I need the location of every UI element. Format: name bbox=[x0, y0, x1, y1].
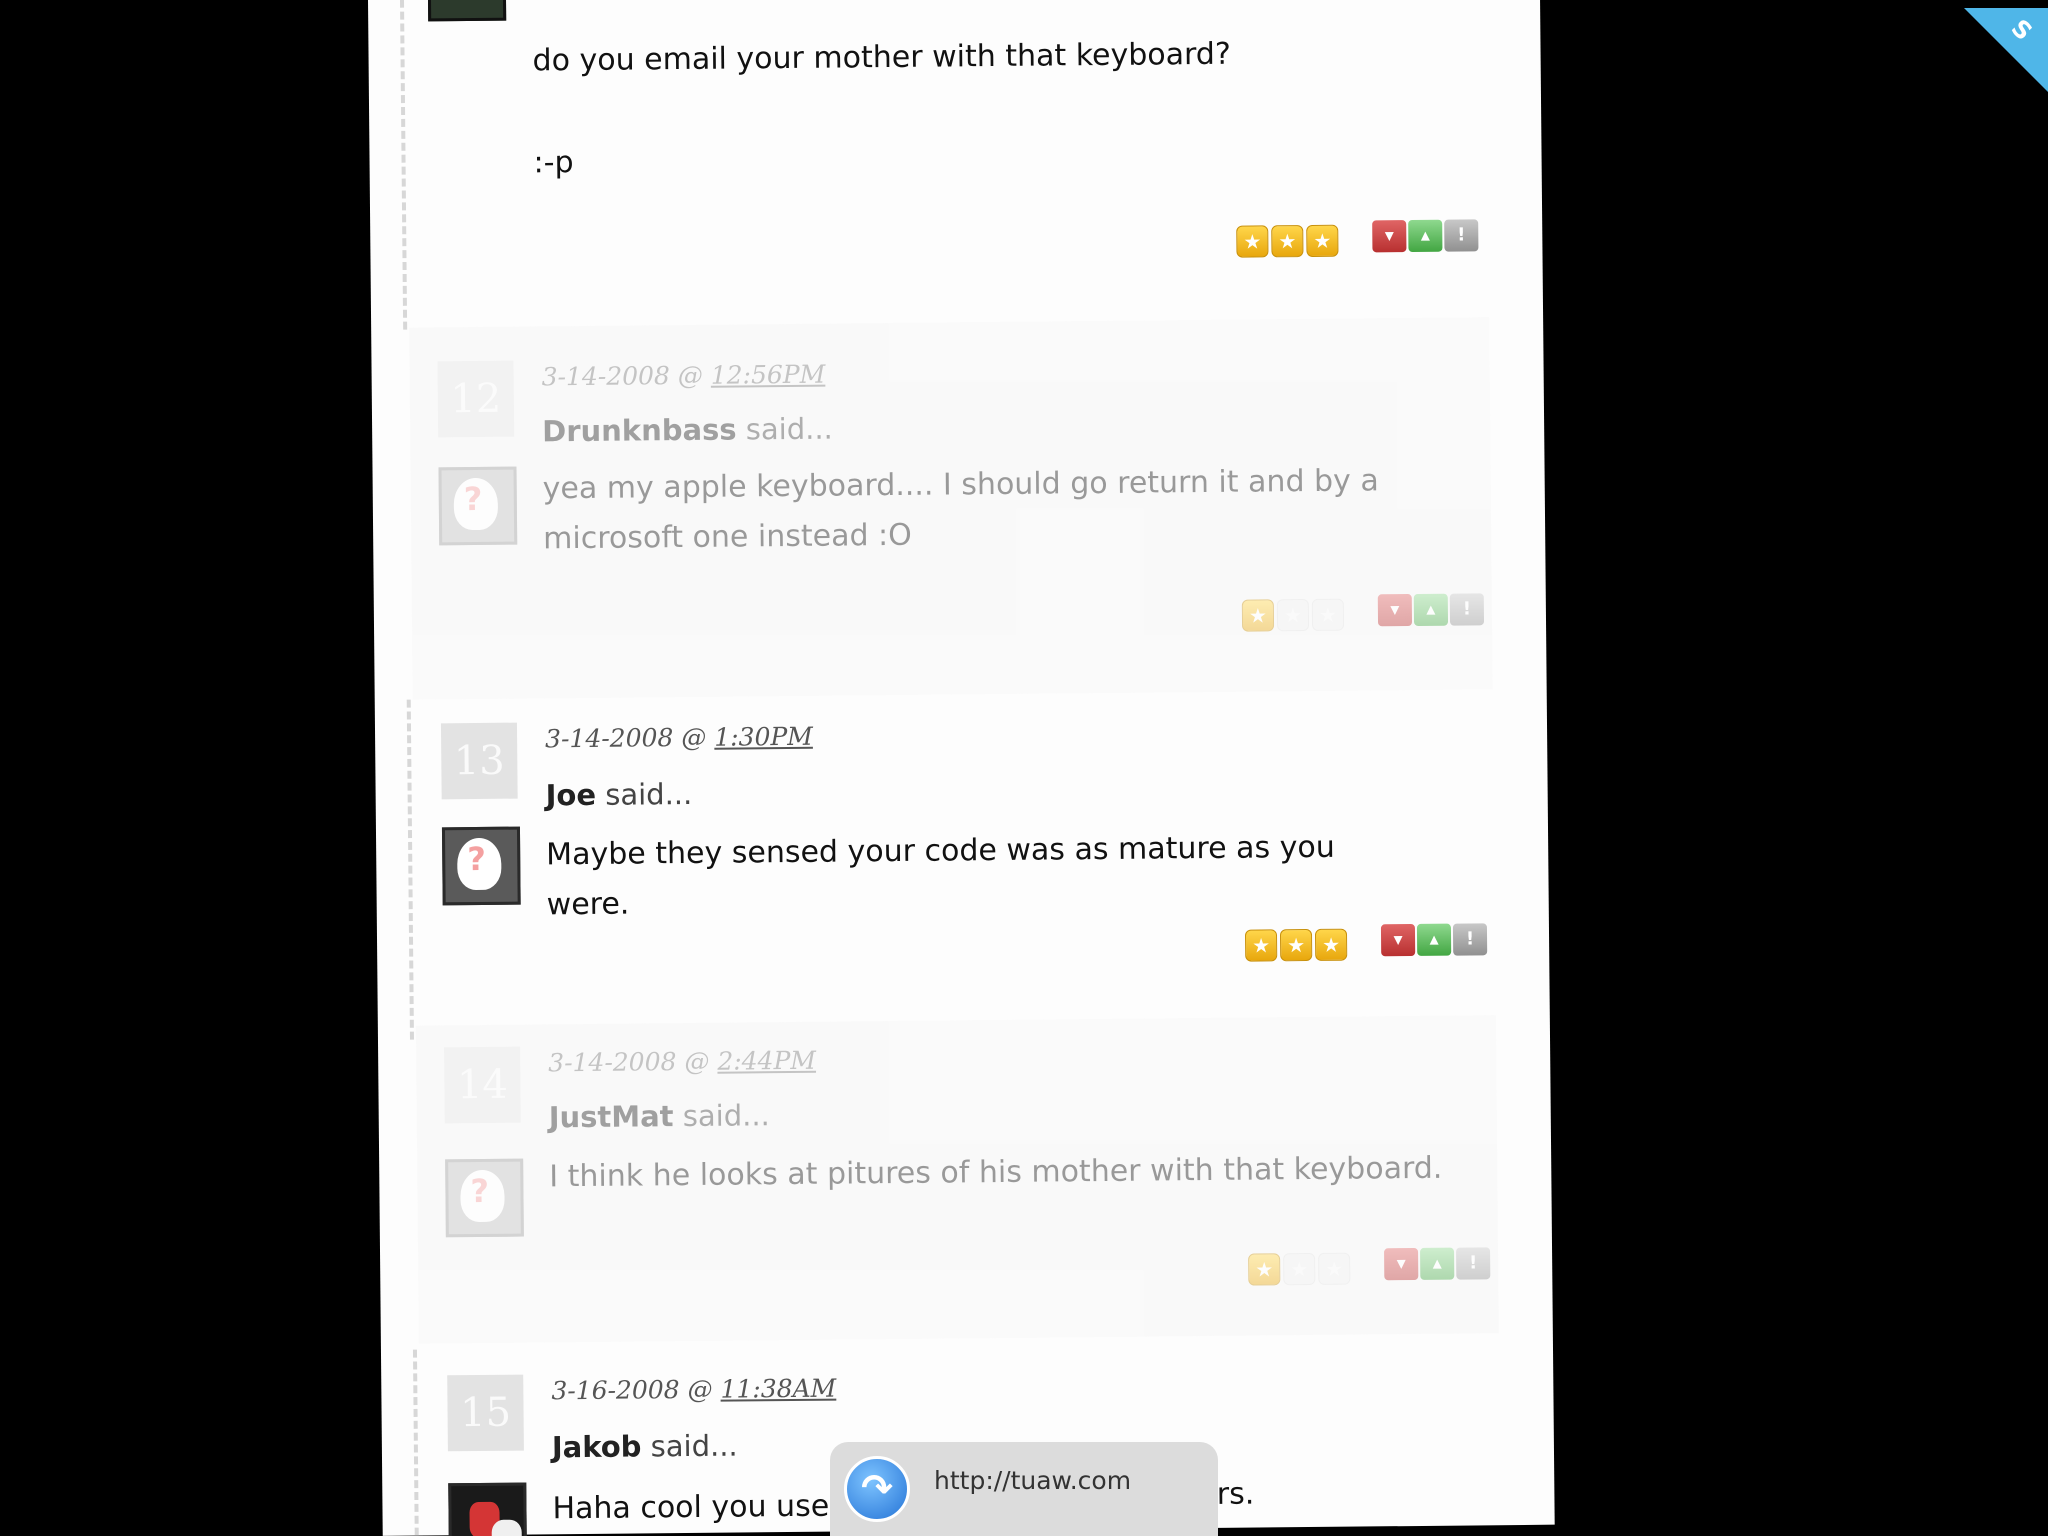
arrow-down-icon[interactable]: ▾ bbox=[1384, 1247, 1419, 1281]
arrow-up-icon[interactable]: ▴ bbox=[1413, 593, 1449, 626]
author-name[interactable]: Jakob bbox=[552, 1429, 642, 1464]
rating-stars[interactable]: ★ ★ ★ bbox=[1248, 1252, 1351, 1286]
comment-permalink[interactable]: 11:38AM bbox=[720, 1374, 836, 1404]
comment-number: 12 bbox=[437, 360, 515, 438]
avatar[interactable]: ? bbox=[441, 826, 521, 906]
comment-13: 13 3-14-2008 @ 1:30PM Joe said... ? Mayb… bbox=[413, 699, 1496, 1009]
comment-date: 3-14-2008 @ 2:44PM bbox=[548, 1046, 816, 1078]
comment-text-line: :-p bbox=[533, 145, 574, 181]
thread-line bbox=[412, 1349, 419, 1536]
comment-date-value: 3-14-2008 bbox=[544, 723, 674, 754]
exclamation-icon[interactable]: ! bbox=[1456, 1247, 1491, 1280]
comment-12: 12 3-14-2008 @ 12:56PM Drunknbass said..… bbox=[409, 317, 1493, 700]
star-icon[interactable]: ★ bbox=[1244, 929, 1278, 962]
avatar[interactable] bbox=[427, 0, 507, 22]
viewer-stage: do you email your mother with that keybo… bbox=[0, 0, 2048, 1536]
arrow-down-icon[interactable]: ▾ bbox=[1380, 923, 1416, 957]
said-label: said... bbox=[605, 776, 693, 812]
comment-date-value: 3-16-2008 bbox=[551, 1375, 680, 1406]
star-icon[interactable]: ★ bbox=[1283, 1252, 1316, 1286]
comment-author: Jakob said... bbox=[552, 1429, 738, 1465]
exclamation-icon[interactable]: ! bbox=[1452, 923, 1488, 956]
star-icon[interactable]: ★ bbox=[1314, 928, 1348, 961]
comment-text: Haha cool you use bbox=[552, 1488, 830, 1527]
arrow-up-icon[interactable]: ▴ bbox=[1420, 1247, 1455, 1280]
comment-text: do you email your mother with that keybo… bbox=[532, 28, 1413, 188]
star-icon[interactable]: ★ bbox=[1271, 225, 1304, 258]
star-icon[interactable]: ★ bbox=[1276, 598, 1310, 632]
star-icon[interactable]: ★ bbox=[1279, 928, 1313, 962]
comment-author: Joe said... bbox=[545, 777, 692, 812]
arrow-up-icon[interactable]: ▴ bbox=[1408, 219, 1443, 253]
comment-14: 14 3-14-2008 @ 2:44PM JustMat said... ? … bbox=[415, 1015, 1499, 1344]
comment-text: Maybe they sensed your code was as matur… bbox=[546, 822, 1427, 930]
said-label: said... bbox=[682, 1098, 770, 1134]
star-icon[interactable]: ★ bbox=[1236, 225, 1269, 258]
thread-line bbox=[399, 0, 408, 330]
comment-author: Drunknbass said... bbox=[542, 412, 833, 449]
comment-date-value: 3-14-2008 bbox=[541, 361, 671, 392]
page-curl-corner[interactable] bbox=[1964, 8, 2048, 92]
comment-date-at: @ bbox=[687, 1374, 713, 1404]
comment-text-line: microsoft one instead :O bbox=[543, 517, 912, 557]
rating-stars[interactable]: ★ ★ ★ bbox=[1244, 928, 1348, 962]
avatar[interactable]: ? bbox=[445, 1158, 524, 1238]
comment-date-at: @ bbox=[681, 722, 707, 753]
said-label: said... bbox=[650, 1428, 738, 1464]
vote-buttons: ▾ ▴ ! bbox=[1384, 1247, 1491, 1281]
vote-buttons: ▾ ▴ ! bbox=[1377, 593, 1485, 627]
exclamation-icon[interactable]: ! bbox=[1449, 593, 1485, 626]
comment-date: 3-16-2008 @ 11:38AM bbox=[551, 1374, 836, 1406]
vote-buttons: ▾ ▴ ! bbox=[1372, 219, 1479, 253]
author-name[interactable]: Drunknbass bbox=[542, 412, 737, 448]
arrow-down-icon[interactable]: ▾ bbox=[1377, 594, 1413, 627]
star-icon[interactable]: ★ bbox=[1318, 1252, 1351, 1285]
comment-text-line: do you email your mother with that keybo… bbox=[532, 36, 1231, 79]
comment-number: 14 bbox=[444, 1046, 521, 1124]
comment-date-at: @ bbox=[677, 360, 703, 391]
star-icon[interactable]: ★ bbox=[1241, 599, 1275, 632]
comment-date-value: 3-14-2008 bbox=[548, 1047, 677, 1078]
star-icon[interactable]: ★ bbox=[1248, 1253, 1281, 1286]
avatar[interactable] bbox=[448, 1482, 527, 1536]
star-icon[interactable]: ★ bbox=[1311, 598, 1345, 631]
avatar[interactable]: ? bbox=[438, 466, 518, 546]
arrow-down-icon[interactable]: ▾ bbox=[1372, 220, 1407, 253]
comment-date-at: @ bbox=[684, 1046, 710, 1077]
arrow-up-icon[interactable]: ▴ bbox=[1416, 923, 1452, 956]
comment-permalink[interactable]: 1:30PM bbox=[714, 722, 813, 752]
exclamation-icon[interactable]: ! bbox=[1444, 219, 1479, 252]
author-name[interactable]: Joe bbox=[545, 778, 596, 812]
comment-text: I think he looks at pitures of his mothe… bbox=[549, 1143, 1509, 1202]
star-icon[interactable]: ★ bbox=[1306, 224, 1339, 258]
comment-permalink[interactable]: 2:44PM bbox=[717, 1046, 816, 1076]
comment-number: 15 bbox=[447, 1374, 524, 1452]
share-arrow-icon[interactable]: ↷ bbox=[844, 1456, 910, 1522]
comment-number: 13 bbox=[440, 722, 518, 800]
rating-stars[interactable]: ★ ★ ★ bbox=[1236, 224, 1339, 258]
vote-buttons: ▾ ▴ ! bbox=[1380, 923, 1488, 957]
comment-date: 3-14-2008 @ 12:56PM bbox=[541, 360, 825, 392]
comment-text-line: I think he looks at pitures of his mothe… bbox=[549, 1150, 1443, 1195]
rating-stars[interactable]: ★ ★ ★ bbox=[1241, 598, 1345, 632]
comment-text-line: yea my apple keyboard.... I should go re… bbox=[542, 463, 1379, 507]
comment-author: JustMat said... bbox=[549, 1098, 770, 1134]
comment-permalink[interactable]: 12:56PM bbox=[711, 360, 826, 390]
author-name[interactable]: JustMat bbox=[549, 1099, 674, 1134]
said-label: said... bbox=[745, 411, 833, 447]
link-toast[interactable]: ↷ http://tuaw.com bbox=[830, 1442, 1218, 1536]
toast-url[interactable]: http://tuaw.com bbox=[934, 1466, 1131, 1495]
comment-text-line: Maybe they sensed your code was as matur… bbox=[546, 829, 1335, 923]
comment-page: do you email your mother with that keybo… bbox=[368, 0, 1555, 1536]
comment-date: 3-14-2008 @ 1:30PM bbox=[545, 722, 813, 754]
comment-text: yea my apple keyboard.... I should go re… bbox=[542, 456, 1423, 564]
